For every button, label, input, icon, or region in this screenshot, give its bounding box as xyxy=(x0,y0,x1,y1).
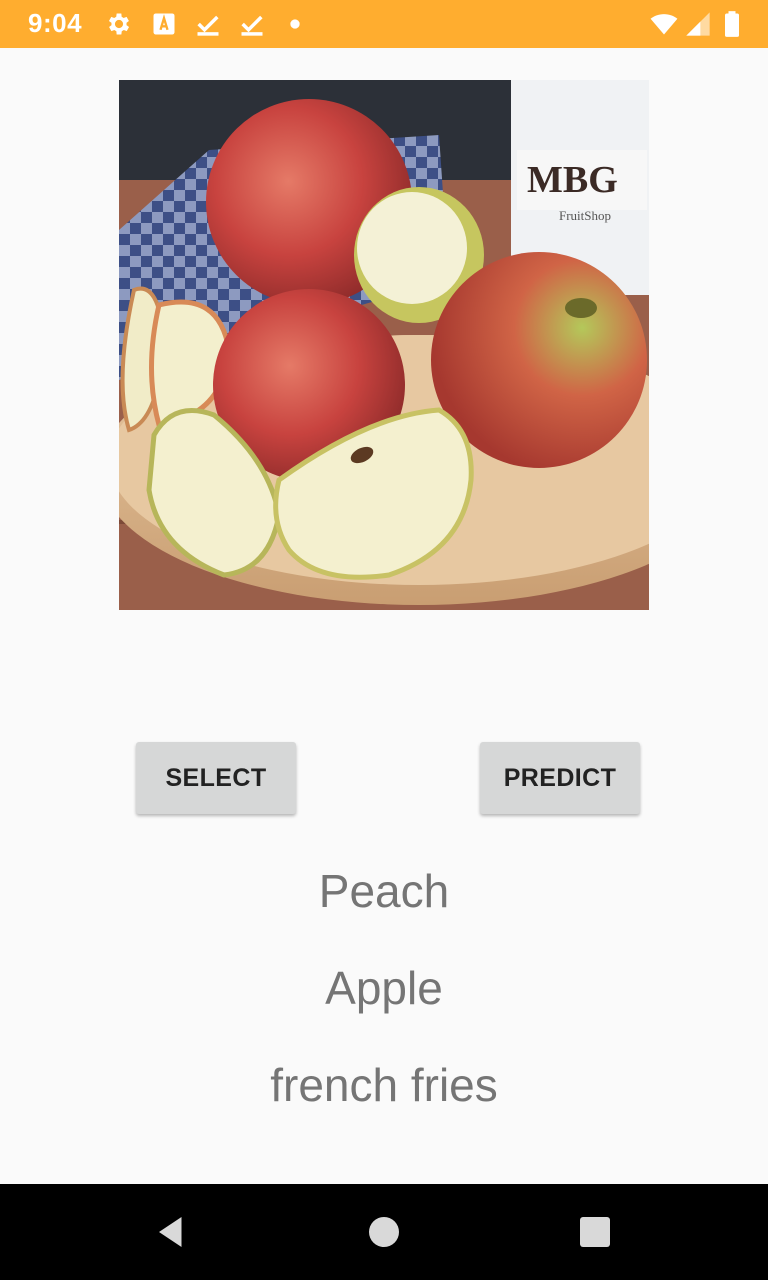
prediction-result-3: french fries xyxy=(270,1059,498,1111)
settings-icon xyxy=(105,10,133,38)
jar-sublabel: FruitShop xyxy=(559,208,611,223)
wifi-icon xyxy=(648,10,680,38)
font-icon xyxy=(150,10,178,38)
dot-icon xyxy=(281,10,309,38)
cell-signal-icon xyxy=(684,10,712,38)
app-screen: 9:04 MBG FruitShop SELECT PREDICT Peach … xyxy=(0,0,768,1280)
fruit-photo: MBG FruitShop xyxy=(119,80,649,610)
navigation-bar xyxy=(0,1184,768,1280)
home-icon[interactable] xyxy=(366,1214,402,1250)
jar-label: MBG xyxy=(527,159,618,201)
status-time: 9:04 xyxy=(28,8,83,38)
download-done-icon xyxy=(194,10,222,38)
download-done-icon xyxy=(238,10,266,38)
battery-icon xyxy=(718,10,746,38)
recents-icon[interactable] xyxy=(577,1214,613,1250)
prediction-result-2: Apple xyxy=(325,962,443,1014)
status-bar: 9:04 xyxy=(0,0,768,48)
back-icon[interactable] xyxy=(153,1214,189,1250)
select-button[interactable]: SELECT xyxy=(136,742,296,814)
prediction-result-1: Peach xyxy=(318,865,450,917)
predict-button[interactable]: PREDICT xyxy=(480,742,640,814)
